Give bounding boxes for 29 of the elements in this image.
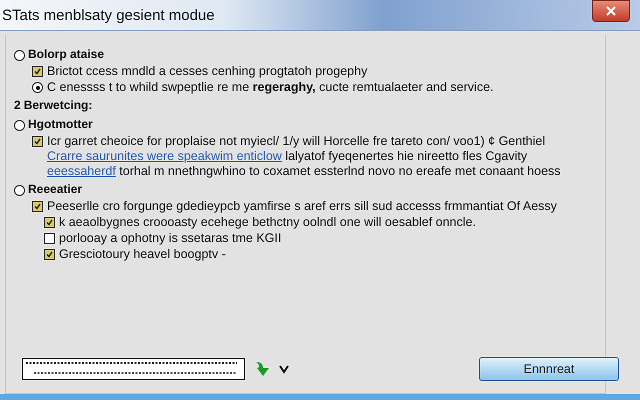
link[interactable]: eeessaherdf xyxy=(47,164,116,178)
option-text: Brictot ccess mndld a cesses cenhing progtatoh progephy xyxy=(47,64,368,79)
close-button[interactable] xyxy=(592,0,630,22)
window-title: STats menblsaty gesient modue xyxy=(2,6,215,24)
checkbox[interactable] xyxy=(44,233,55,244)
section-number: 2 xyxy=(14,98,21,112)
radio-button[interactable] xyxy=(32,82,43,93)
close-icon xyxy=(606,6,616,16)
radio-button[interactable] xyxy=(14,50,25,60)
section-label: Reeeatier xyxy=(28,182,82,196)
option-text: Gresciotoury heavel boogptv - xyxy=(59,247,226,262)
option-text: porlooay a ophotny is ssetaras tme KGII xyxy=(59,231,282,246)
submit-button[interactable]: Ennnreat xyxy=(479,357,619,381)
link[interactable]: Crarre saurunites were speakwim enticlow xyxy=(47,149,282,163)
section-label: Berwetcing: xyxy=(24,98,92,112)
option-text: k aeaolbygnes croooasty ecehege bethctny oolndl one will oesablef onncle. xyxy=(59,215,476,230)
checkbox[interactable] xyxy=(32,136,43,147)
option-text: Peeserlle cro forgunge gdedieypcb yamfirse s aref errs sill sud accesss frmmantiat Of Aessy xyxy=(47,199,557,214)
radio-button[interactable] xyxy=(14,184,25,196)
caret-icon[interactable] xyxy=(279,364,289,374)
section-label: Bolorp ataise xyxy=(28,47,104,61)
checkbox[interactable] xyxy=(44,249,55,260)
option-text: Icr garret cheoice for proplaise not myiecl/ 1/y will Horcelle fre tareto con/ voo1) ¢ Genthiel Crarre saurunites were speakwim enticlow lalyatof fyeqenertes hie nireetto fles Cgavity eeessaherdf torhal m nnethngwhino to coxamet essterlnd novo no ereafe met conaant hoess xyxy=(47,134,562,179)
option-text: C enessss t to whild swpeptlie re me regeraghy, cucte remtualaeter and service. xyxy=(47,80,494,95)
checkbox[interactable] xyxy=(32,66,43,77)
checkbox[interactable] xyxy=(32,201,43,212)
section-label: Hgotmotter xyxy=(28,117,93,131)
radio-button[interactable] xyxy=(14,120,25,130)
checkbox[interactable] xyxy=(44,217,55,228)
